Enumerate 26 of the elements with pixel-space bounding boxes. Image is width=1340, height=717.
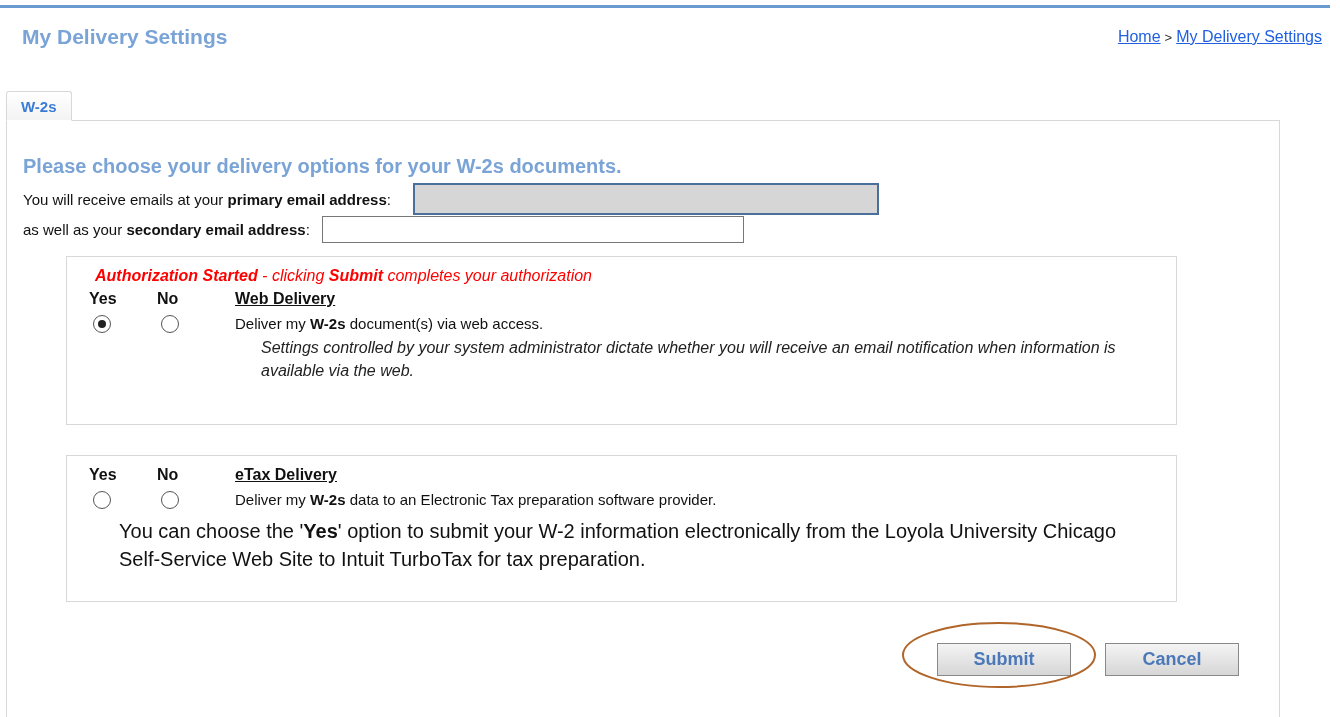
column-label: Yes — [89, 290, 118, 308]
form-button[interactable]: Cancel — [1105, 643, 1239, 676]
form-button[interactable]: Submit — [937, 643, 1071, 676]
tab[interactable]: W-2s — [6, 91, 72, 121]
option-description: Deliver my W-2s document(s) via web access. — [235, 315, 544, 332]
section-heading: Please choose your delivery options for your W-2s documents. — [23, 155, 623, 178]
option-title: Web Delivery — [235, 290, 337, 308]
radio-button[interactable] — [93, 315, 111, 333]
column-label: Yes — [89, 466, 118, 484]
field-label: You will receive emails at your primary email address: — [23, 190, 391, 208]
column-label: No — [157, 290, 180, 308]
radio-button[interactable] — [161, 491, 179, 509]
authorization-notice: Authorization Started - clicking Submit completes your authorization — [95, 267, 592, 284]
radio-button[interactable] — [93, 491, 111, 509]
radio-button[interactable] — [161, 315, 179, 333]
option-note: You can choose the 'Yes' option to submit your W-2 information electronically from the Loyola University Chicago Self-Service Web Site to Intuit TurboTax for tax preparation. — [119, 520, 1117, 570]
breadcrumb-separator: > — [1164, 29, 1173, 45]
option-description: Deliver my W-2s data to an Electronic Tax preparation software provider. — [235, 491, 717, 508]
page-title: My Delivery Settings — [22, 25, 228, 49]
breadcrumb-link[interactable]: Home — [1117, 28, 1161, 46]
field-label: as well as your secondary email address: — [23, 220, 310, 238]
column-label: No — [157, 466, 180, 484]
email-field[interactable] — [321, 215, 744, 243]
breadcrumb-link[interactable]: My Delivery Settings — [1176, 28, 1322, 46]
option-title: eTax Delivery — [235, 466, 338, 484]
option-detail: Settings controlled by your system administrator dictate whether you will receive an email notification when information is available via the web. — [261, 338, 1117, 381]
